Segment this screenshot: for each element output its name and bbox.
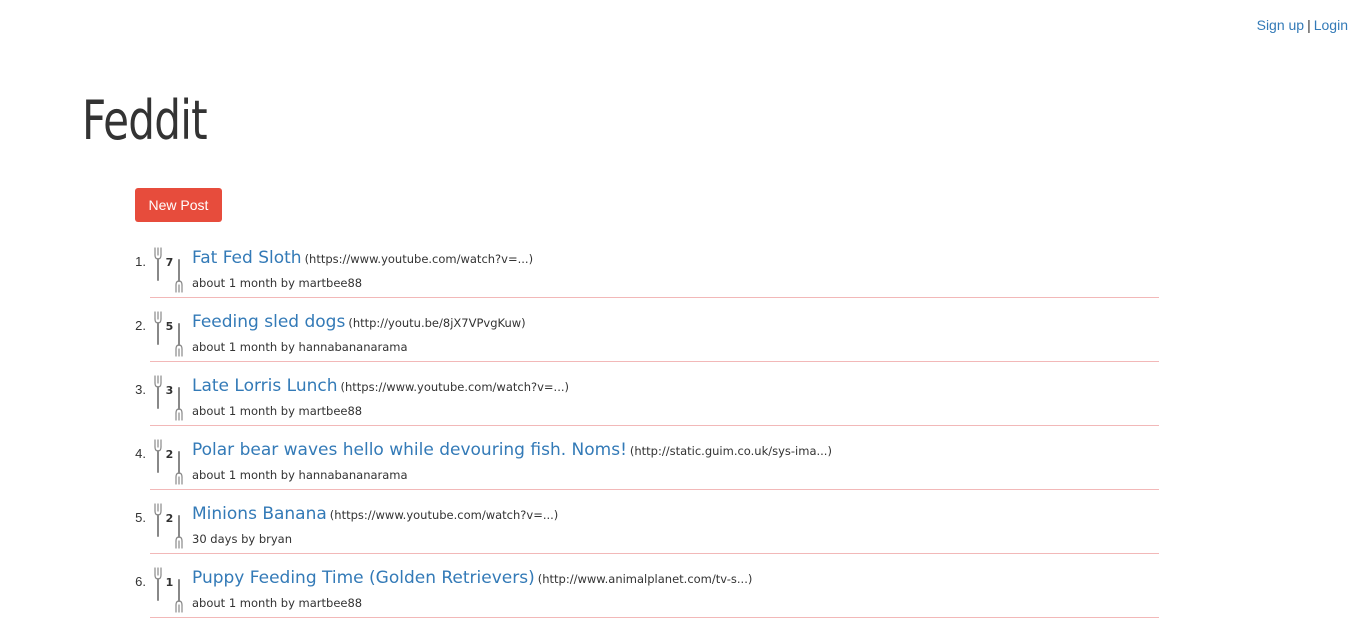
post-rank: 2.	[135, 318, 146, 333]
fork-down-icon[interactable]	[174, 387, 184, 421]
fork-up-icon[interactable]	[153, 567, 163, 601]
post-title-link[interactable]: Puppy Feeding Time (Golden Retrievers)	[192, 568, 535, 588]
auth-separator: |	[1307, 17, 1311, 33]
post-title-line: Late Lorris Lunch (https://www.youtube.co…	[192, 376, 569, 396]
post-title-line: Feeding sled dogs (http://youtu.be/8jX7VP…	[192, 312, 526, 332]
post-url: (https://www.youtube.com/watch?v=...)	[304, 252, 534, 266]
vote-widget: 3	[153, 375, 187, 421]
vote-widget: 7	[153, 247, 187, 293]
post-item: 3. 3 Late Lorris Lunch (https://www.yout…	[135, 373, 1159, 426]
post-score: 2	[165, 512, 174, 525]
post-meta: 30 days by bryan	[192, 532, 293, 546]
post-rank: 4.	[135, 446, 146, 461]
post-title-link[interactable]: Late Lorris Lunch	[192, 376, 338, 396]
post-score: 2	[165, 448, 174, 461]
post-url: (http://static.guim.co.uk/sys-ima...)	[629, 444, 832, 458]
post-rank: 1.	[135, 254, 146, 269]
post-meta: about 1 month by hannabananarama	[192, 340, 408, 354]
vote-widget: 2	[153, 439, 187, 485]
login-link[interactable]: Login	[1314, 17, 1348, 33]
site-title: Feddit	[82, 89, 208, 152]
post-meta: about 1 month by martbee88	[192, 276, 363, 290]
post-rank: 6.	[135, 574, 146, 589]
fork-up-icon[interactable]	[153, 375, 163, 409]
post-score: 1	[165, 576, 174, 589]
post-url: (http://www.animalplanet.com/tv-s...)	[537, 572, 753, 586]
post-title-line: Fat Fed Sloth (https://www.youtube.com/wa…	[192, 248, 533, 268]
fork-down-icon[interactable]	[174, 259, 184, 293]
auth-links: Sign up | Login	[1257, 17, 1348, 33]
post-score: 5	[165, 320, 174, 333]
post-meta: about 1 month by hannabananarama	[192, 468, 408, 482]
post-item: 4. 2 Polar bear waves hello while devour…	[135, 437, 1159, 490]
fork-down-icon[interactable]	[174, 323, 184, 357]
post-meta: about 1 month by martbee88	[192, 404, 363, 418]
post-title-link[interactable]: Polar bear waves hello while devouring f…	[192, 440, 627, 460]
post-title-line: Puppy Feeding Time (Golden Retrievers) (h…	[192, 568, 752, 588]
post-title-link[interactable]: Feeding sled dogs	[192, 312, 345, 332]
post-title-link[interactable]: Fat Fed Sloth	[192, 248, 302, 268]
post-url: (http://youtu.be/8jX7VPvgKuw)	[348, 316, 526, 330]
fork-up-icon[interactable]	[153, 311, 163, 345]
post-url: (https://www.youtube.com/watch?v=...)	[329, 508, 559, 522]
fork-down-icon[interactable]	[174, 515, 184, 549]
post-title-link[interactable]: Minions Banana	[192, 504, 327, 524]
new-post-button[interactable]: New Post	[135, 188, 222, 222]
fork-up-icon[interactable]	[153, 247, 163, 281]
post-list: 1. 7 Fat Fed Sloth (https://www.youtube.…	[135, 245, 1159, 629]
post-url: (https://www.youtube.com/watch?v=...)	[340, 380, 570, 394]
post-score: 7	[165, 256, 174, 269]
post-rank: 3.	[135, 382, 146, 397]
fork-down-icon[interactable]	[174, 579, 184, 613]
post-title-line: Polar bear waves hello while devouring f…	[192, 440, 832, 460]
post-rank: 5.	[135, 510, 146, 525]
post-item: 5. 2 Minions Banana (https://www.youtube…	[135, 501, 1159, 554]
vote-widget: 2	[153, 503, 187, 549]
fork-up-icon[interactable]	[153, 503, 163, 537]
vote-widget: 5	[153, 311, 187, 357]
fork-down-icon[interactable]	[174, 451, 184, 485]
post-item: 6. 1 Puppy Feeding Time (Golden Retrieve…	[135, 565, 1159, 618]
post-score: 3	[165, 384, 174, 397]
fork-up-icon[interactable]	[153, 439, 163, 473]
post-title-line: Minions Banana (https://www.youtube.com/w…	[192, 504, 558, 524]
signup-link[interactable]: Sign up	[1257, 17, 1304, 33]
post-item: 1. 7 Fat Fed Sloth (https://www.youtube.…	[135, 245, 1159, 298]
post-meta: about 1 month by martbee88	[192, 596, 363, 610]
vote-widget: 1	[153, 567, 187, 613]
post-item: 2. 5 Feeding sled dogs (http://youtu.be/…	[135, 309, 1159, 362]
